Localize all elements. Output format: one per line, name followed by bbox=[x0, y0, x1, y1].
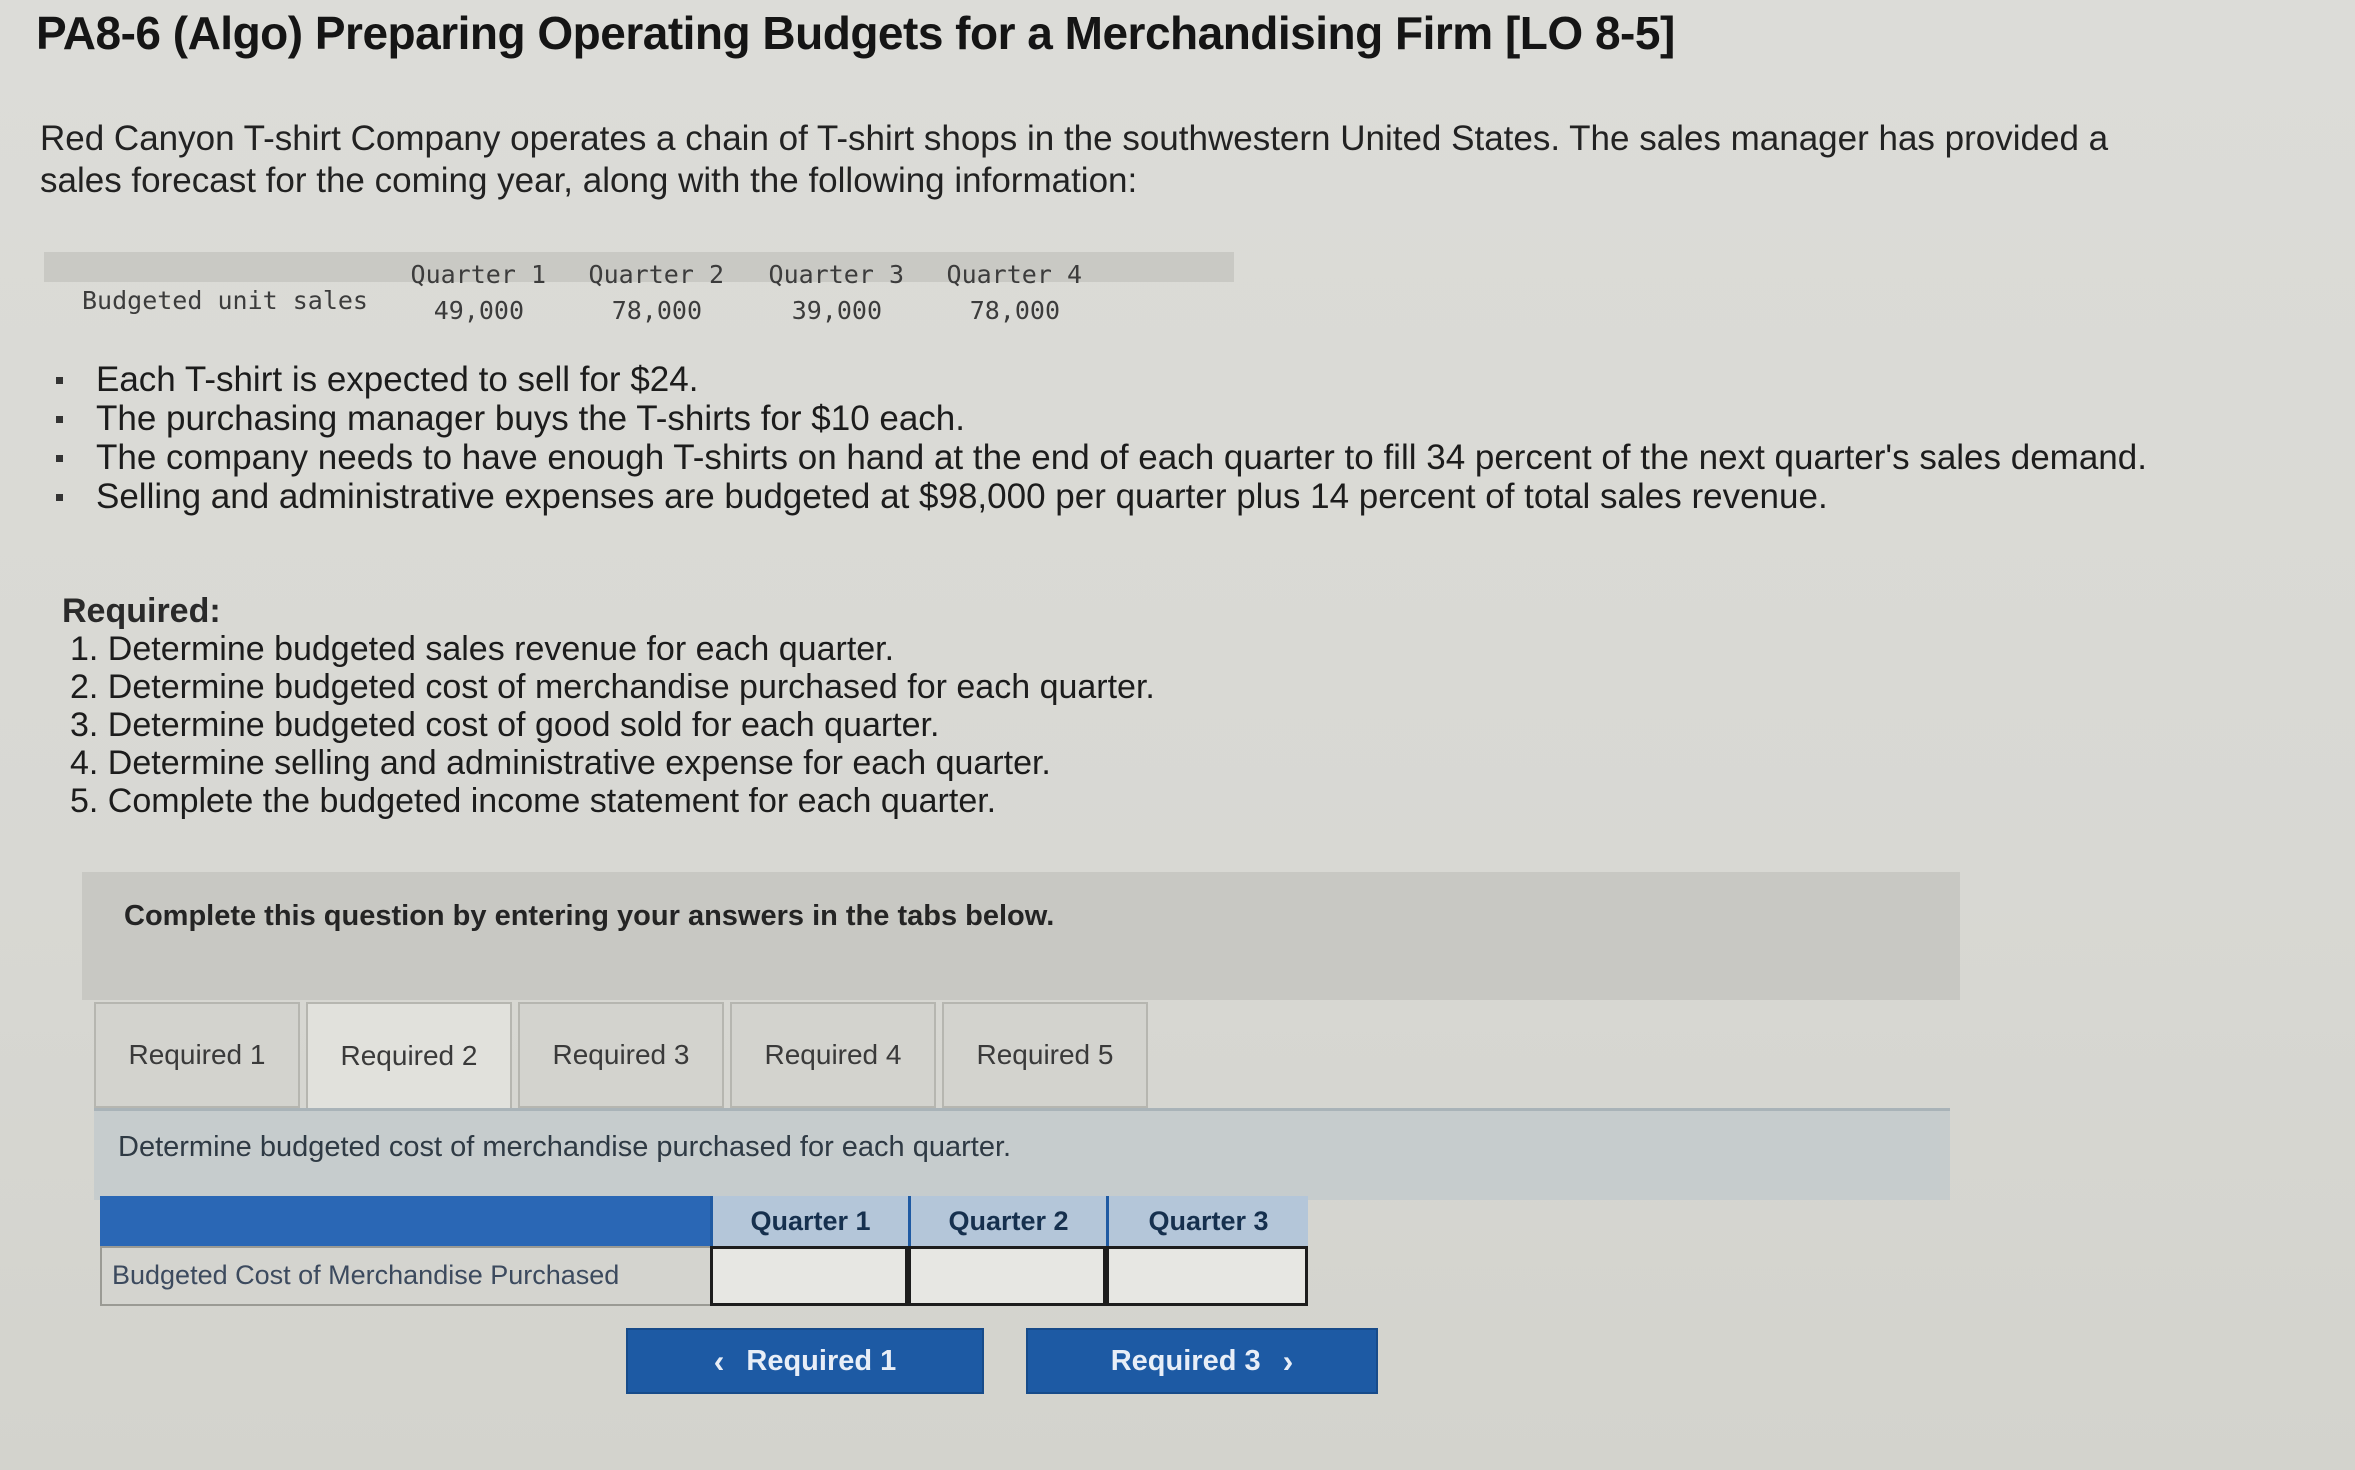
tab-required-3[interactable]: Required 3 bbox=[518, 1002, 724, 1108]
tab-content: Determine budgeted cost of merchandise p… bbox=[94, 1108, 1950, 1200]
forecast-header-q4: Quarter 4 bbox=[946, 260, 1082, 289]
forecast-header-q1: Quarter 1 bbox=[410, 260, 546, 289]
instructions-text: Complete this question by entering your … bbox=[124, 900, 1055, 932]
answer-table: Quarter 1 Quarter 2 Quarter 3 Budgeted C… bbox=[100, 1196, 1308, 1308]
next-required-button[interactable]: Required 3 › bbox=[1026, 1328, 1378, 1394]
assumption-item: Each T-shirt is expected to sell for $24… bbox=[48, 360, 2148, 399]
tab-required-4[interactable]: Required 4 bbox=[730, 1002, 936, 1108]
tab-required-5[interactable]: Required 5 bbox=[942, 1002, 1148, 1108]
page: PA8-6 (Algo) Preparing Operating Budgets… bbox=[0, 0, 2355, 1470]
required-heading: Required: bbox=[62, 592, 221, 630]
tab-description: Determine budgeted cost of merchandise p… bbox=[118, 1131, 1012, 1163]
answer-input-q2[interactable] bbox=[908, 1246, 1106, 1306]
forecast-row-label: Budgeted unit sales bbox=[82, 286, 368, 315]
forecast-value-q1: 49,000 bbox=[433, 296, 524, 325]
assumption-item: Selling and administrative expenses are … bbox=[48, 477, 2148, 516]
page-title: PA8-6 (Algo) Preparing Operating Budgets… bbox=[36, 7, 1675, 59]
answer-header-q2: Quarter 2 bbox=[908, 1196, 1106, 1246]
prev-required-button[interactable]: ‹ Required 1 bbox=[626, 1328, 984, 1394]
required-list: 1. Determine budgeted sales revenue for … bbox=[62, 630, 1462, 820]
forecast-value-q4: 78,000 bbox=[969, 296, 1060, 325]
forecast-header-q3: Quarter 3 bbox=[768, 260, 904, 289]
answer-header-q3: Quarter 3 bbox=[1106, 1196, 1308, 1246]
required-item: 4. Determine selling and administrative … bbox=[70, 744, 1051, 782]
answer-input-q3[interactable] bbox=[1106, 1246, 1308, 1306]
assumptions-list: Each T-shirt is expected to sell for $24… bbox=[48, 360, 2148, 516]
sales-forecast-table: Budgeted unit sales Quarter 1 Quarter 2 … bbox=[44, 252, 1234, 332]
next-button-label: Required 3 bbox=[1110, 1344, 1261, 1377]
prev-button-label: Required 1 bbox=[746, 1344, 897, 1377]
forecast-header-q2: Quarter 2 bbox=[588, 260, 724, 289]
intro-paragraph: Red Canyon T-shirt Company operates a ch… bbox=[40, 119, 2109, 200]
required-section: Required: 1. Determine budgeted sales re… bbox=[62, 592, 1462, 820]
tab-required-1[interactable]: Required 1 bbox=[94, 1002, 300, 1108]
required-item: 1. Determine budgeted sales revenue for … bbox=[70, 630, 895, 668]
required-item: 3. Determine budgeted cost of good sold … bbox=[70, 706, 940, 744]
assumption-item: The purchasing manager buys the T-shirts… bbox=[48, 399, 2148, 438]
forecast-value-q2: 78,000 bbox=[611, 296, 702, 325]
answer-row-label: Budgeted Cost of Merchandise Purchased bbox=[100, 1246, 712, 1306]
forecast-value-q3: 39,000 bbox=[791, 296, 882, 325]
required-item: 2. Determine budgeted cost of merchandis… bbox=[70, 668, 1155, 706]
answer-header-q1: Quarter 1 bbox=[710, 1196, 908, 1246]
instructions-panel: Complete this question by entering your … bbox=[82, 872, 1960, 1000]
chevron-left-icon: ‹ bbox=[713, 1343, 725, 1379]
required-item: 5. Complete the budgeted income statemen… bbox=[70, 782, 997, 820]
chevron-right-icon: › bbox=[1282, 1343, 1294, 1379]
assumption-item: The company needs to have enough T-shirt… bbox=[48, 438, 2148, 477]
tab-required-2[interactable]: Required 2 bbox=[306, 1002, 512, 1108]
answer-input-q1[interactable] bbox=[710, 1246, 908, 1306]
